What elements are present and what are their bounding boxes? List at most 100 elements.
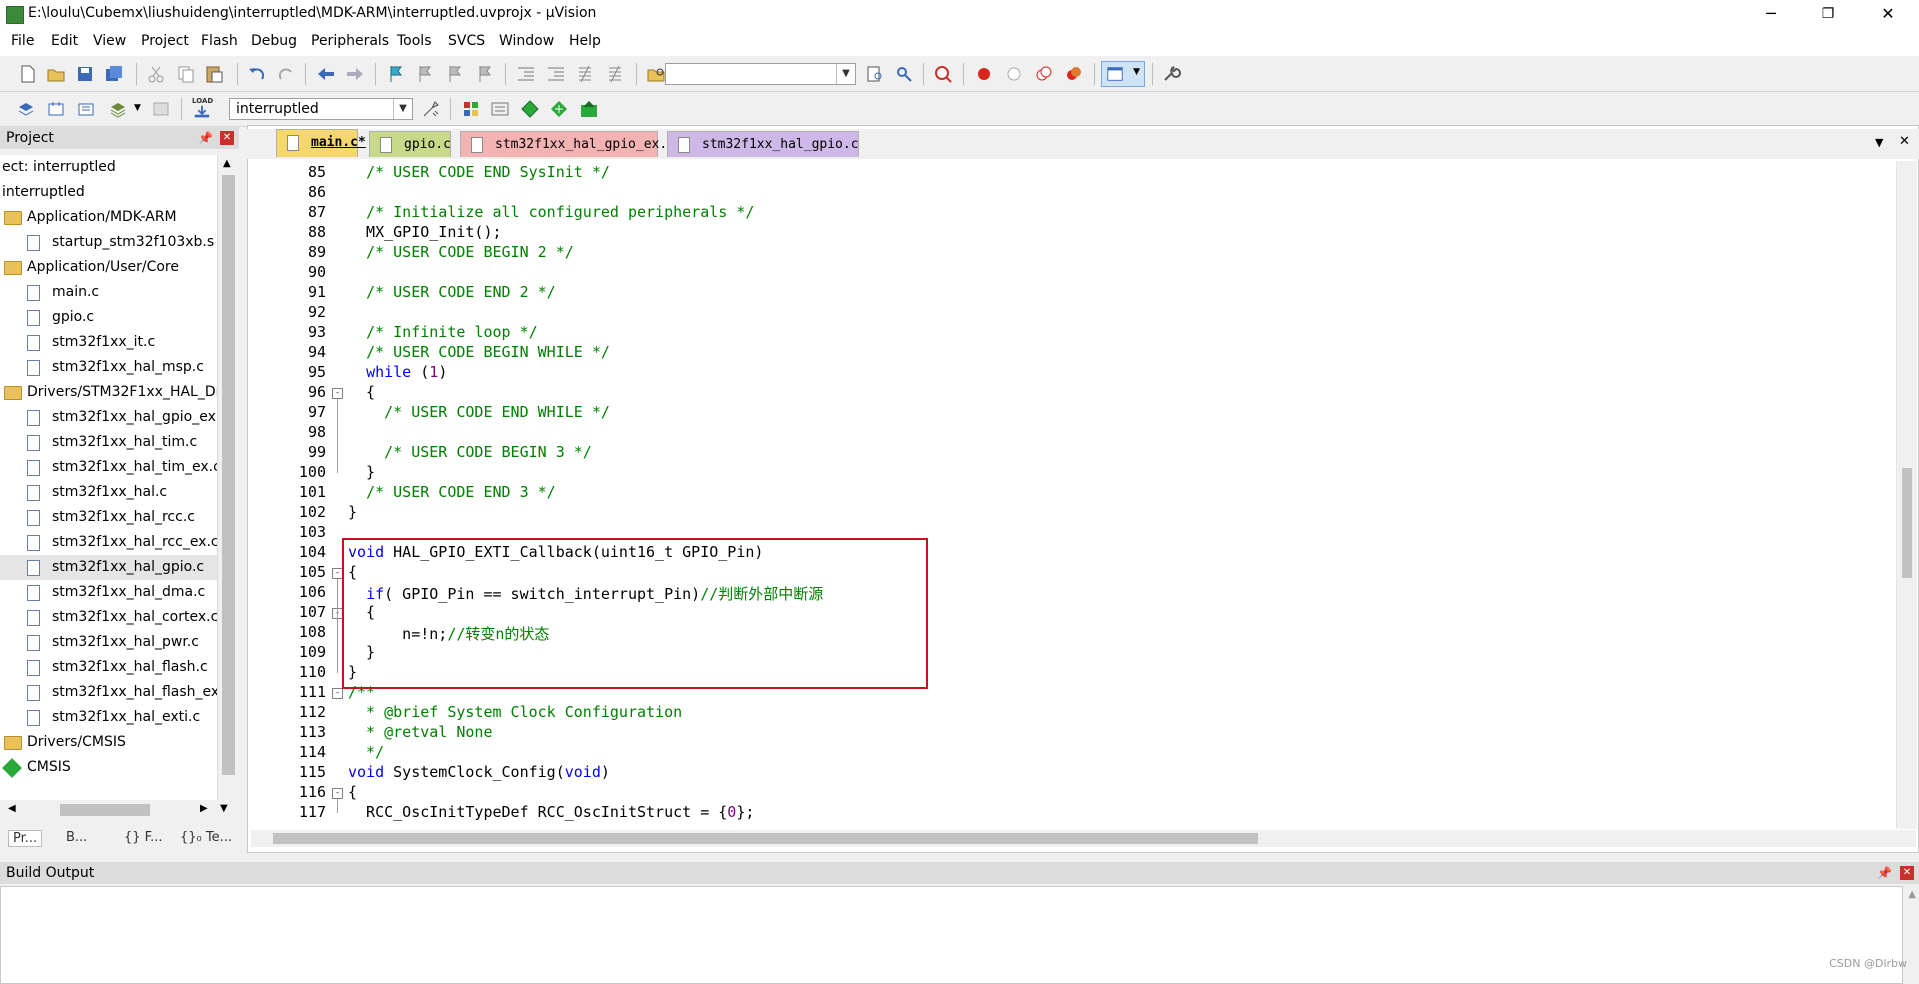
- tab-books[interactable]: B...: [66, 830, 87, 845]
- prev-bookmark-icon[interactable]: [415, 64, 435, 84]
- tab-functions[interactable]: {} F...: [124, 830, 162, 845]
- redo-icon[interactable]: [276, 64, 296, 84]
- tree-item-file[interactable]: stm32f1xx_hal_flash_ex.c: [0, 680, 217, 705]
- uncomment-icon[interactable]: [605, 64, 625, 84]
- close-icon[interactable]: ✕: [220, 131, 234, 145]
- disable-all-breakpoints-icon[interactable]: [1034, 64, 1054, 84]
- tree-item-file[interactable]: stm32f1xx_hal_dma.c: [0, 580, 217, 605]
- code-line[interactable]: /* Infinite loop */: [348, 323, 538, 341]
- code-line[interactable]: /* USER CODE END SysInit */: [348, 163, 610, 181]
- editor-vscroll[interactable]: [1896, 161, 1917, 829]
- close-window-button[interactable]: ✕: [1860, 0, 1916, 28]
- target-select[interactable]: interruptled ▼: [229, 98, 413, 120]
- tree-item-file[interactable]: stm32f1xx_hal_gpio_ex.c: [0, 405, 217, 430]
- menu-window[interactable]: Window: [499, 33, 554, 49]
- menu-project[interactable]: Project: [141, 33, 189, 49]
- project-tree-hscroll[interactable]: ◀ ▶ ▼: [0, 800, 238, 820]
- code-line[interactable]: {: [348, 383, 375, 401]
- code-line[interactable]: /* USER CODE BEGIN WHILE */: [348, 343, 610, 361]
- scroll-up-icon[interactable]: ▲: [223, 158, 231, 169]
- tree-item-file[interactable]: stm32f1xx_hal_flash.c: [0, 655, 217, 680]
- cut-icon[interactable]: [146, 64, 166, 84]
- code-line[interactable]: */: [348, 743, 384, 761]
- next-bookmark-icon[interactable]: [445, 64, 465, 84]
- minimize-button[interactable]: ─: [1743, 0, 1799, 28]
- configure-icon[interactable]: [1161, 64, 1181, 84]
- bookmark-icon[interactable]: [386, 64, 406, 84]
- scroll-thumb[interactable]: [1902, 468, 1912, 578]
- menu-file[interactable]: File: [11, 33, 34, 49]
- comment-icon[interactable]: [575, 64, 595, 84]
- tree-item-folder[interactable]: Application/User/Core: [0, 255, 217, 280]
- scroll-right-icon[interactable]: ▶: [200, 803, 208, 814]
- pack-installer-icon[interactable]: [549, 99, 569, 119]
- tree-item-file[interactable]: stm32f1xx_hal_cortex.c: [0, 605, 217, 630]
- tab-project[interactable]: Pr...: [8, 830, 43, 847]
- rebuild-icon[interactable]: [76, 99, 96, 119]
- fold-toggle-icon[interactable]: -: [332, 788, 343, 799]
- tree-item-file[interactable]: stm32f1xx_hal_rcc_ex.c: [0, 530, 217, 555]
- menu-view[interactable]: View: [93, 33, 126, 49]
- tree-item-file[interactable]: gpio.c: [0, 305, 217, 330]
- find-in-files-icon[interactable]: [646, 64, 666, 84]
- close-editor-icon[interactable]: ✕: [1899, 134, 1910, 149]
- navigate-back-icon[interactable]: [316, 64, 336, 84]
- tree-item-file[interactable]: stm32f1xx_hal_tim_ex.c: [0, 455, 217, 480]
- editor-tab[interactable]: stm32f1xx_hal_gpio_ex.c: [460, 131, 675, 157]
- code-line[interactable]: {: [348, 783, 357, 801]
- chevron-down-icon[interactable]: ▼: [393, 99, 412, 119]
- new-file-icon[interactable]: [18, 64, 38, 84]
- code-line[interactable]: while (1): [348, 363, 447, 381]
- tree-item-folder[interactable]: Drivers/CMSIS: [0, 730, 217, 755]
- manage-rte-icon[interactable]: [520, 99, 540, 119]
- load-button[interactable]: LOAD: [190, 97, 216, 121]
- scroll-thumb[interactable]: [60, 804, 150, 816]
- select-packs-icon[interactable]: [490, 99, 510, 119]
- stop-build-icon[interactable]: [151, 99, 171, 119]
- undo-icon[interactable]: [247, 64, 267, 84]
- close-icon[interactable]: ✕: [1900, 866, 1914, 880]
- save-all-icon[interactable]: [104, 64, 124, 84]
- pin-icon[interactable]: 📌: [1877, 866, 1892, 880]
- code-line[interactable]: /* USER CODE BEGIN 2 */: [348, 243, 574, 261]
- menu-debug[interactable]: Debug: [251, 33, 297, 49]
- code-line[interactable]: /* USER CODE BEGIN 3 */: [348, 443, 592, 461]
- scroll-down-icon[interactable]: ▼: [220, 803, 228, 814]
- tree-item-file[interactable]: stm32f1xx_hal_pwr.c: [0, 630, 217, 655]
- tree-item-file[interactable]: stm32f1xx_hal_exti.c: [0, 705, 217, 730]
- fold-toggle-icon[interactable]: -: [332, 688, 343, 699]
- open-folder-icon[interactable]: [46, 64, 66, 84]
- code-line[interactable]: /* USER CODE END 2 */: [348, 283, 556, 301]
- disable-breakpoint-icon[interactable]: [1004, 64, 1024, 84]
- code-line[interactable]: * @retval None: [348, 723, 492, 741]
- code-line[interactable]: MX_GPIO_Init();: [348, 223, 501, 241]
- window-layout-button[interactable]: ▼: [1101, 61, 1145, 87]
- pack-update-icon[interactable]: [579, 99, 599, 119]
- navigate-forward-icon[interactable]: [345, 64, 365, 84]
- chevron-down-icon[interactable]: ▼: [134, 103, 141, 113]
- fold-toggle-icon[interactable]: -: [332, 388, 343, 399]
- insert-breakpoint-icon[interactable]: [974, 64, 994, 84]
- editor-tab[interactable]: main.c*: [276, 129, 366, 157]
- editor-hscroll[interactable]: [251, 830, 1916, 847]
- menu-tools[interactable]: Tools: [397, 33, 432, 49]
- tab-list-chevron-icon[interactable]: ▼: [1875, 136, 1883, 149]
- menu-svcs[interactable]: SVCS: [448, 33, 485, 49]
- copy-icon[interactable]: [176, 64, 196, 84]
- tree-item-target[interactable]: interruptled: [0, 180, 217, 205]
- batch-build-icon[interactable]: [108, 99, 128, 119]
- pin-icon[interactable]: 📌: [198, 131, 213, 145]
- indent-icon[interactable]: [516, 64, 536, 84]
- scroll-thumb[interactable]: [222, 175, 235, 775]
- tree-item-file[interactable]: stm32f1xx_it.c: [0, 330, 217, 355]
- kill-all-breakpoints-icon[interactable]: [1064, 64, 1084, 84]
- scroll-thumb[interactable]: [273, 833, 1258, 844]
- tree-item-file[interactable]: stm32f1xx_hal_rcc.c: [0, 505, 217, 530]
- build-icon[interactable]: [46, 99, 66, 119]
- translate-icon[interactable]: [16, 99, 36, 119]
- incremental-find-icon[interactable]: [865, 64, 885, 84]
- editor-tab[interactable]: stm32f1xx_hal_gpio.c: [667, 131, 859, 157]
- menu-edit[interactable]: Edit: [51, 33, 78, 49]
- find-combo[interactable]: ▼: [665, 63, 856, 85]
- code-line[interactable]: /* USER CODE END WHILE */: [348, 403, 610, 421]
